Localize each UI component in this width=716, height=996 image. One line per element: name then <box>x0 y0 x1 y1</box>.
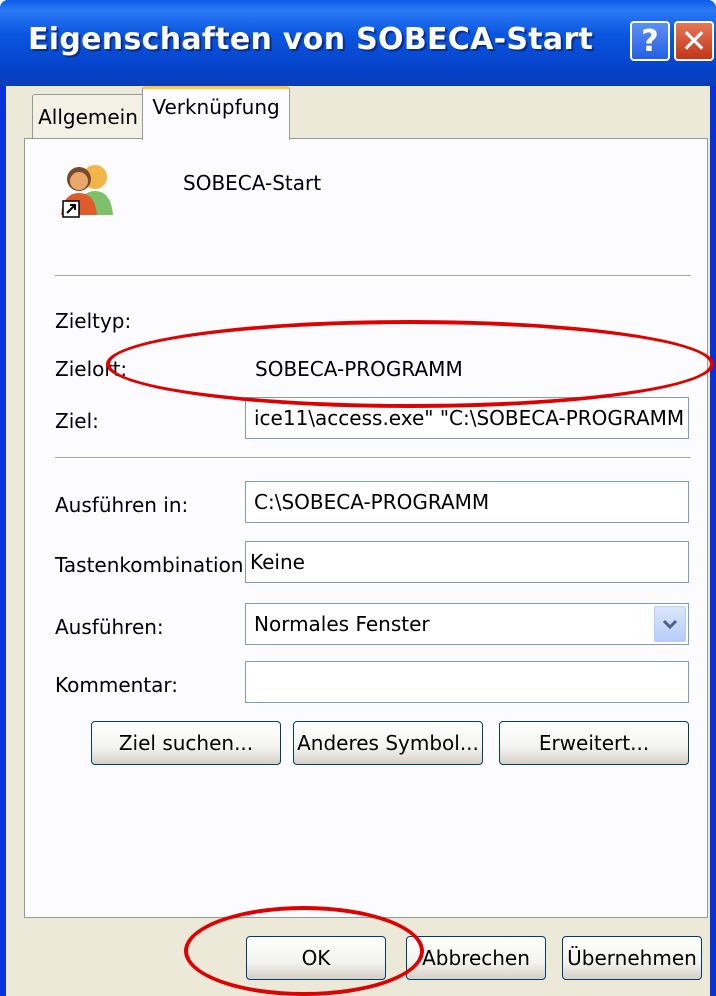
target-field[interactable]: ice11\access.exe" "C:\SOBECA-PROGRAMM <box>245 397 689 439</box>
shortcut-key-label: Tastenkombination: <box>55 553 251 577</box>
run-select[interactable]: Normales Fenster <box>245 603 689 645</box>
tab-allgemein[interactable]: Allgemein <box>32 94 144 138</box>
tab-panel-shortcut: SOBECA-Start Zieltyp: Zielort: SOBECA-PR… <box>24 138 708 918</box>
window-title: Eigenschaften von SOBECA-Start <box>28 22 594 57</box>
shortcut-name: SOBECA-Start <box>183 171 322 195</box>
start-in-label: Ausführen in: <box>55 493 189 517</box>
find-target-button[interactable]: Ziel suchen... <box>91 721 281 765</box>
ok-button[interactable]: OK <box>246 936 386 980</box>
separator <box>55 457 691 459</box>
help-button[interactable]: ? <box>630 21 670 61</box>
apply-button[interactable]: Übernehmen <box>562 936 702 980</box>
shortcut-key-field[interactable]: Keine <box>245 541 689 583</box>
close-button[interactable]: ✕ <box>674 21 714 61</box>
properties-dialog: Eigenschaften von SOBECA-Start ? ✕ Allge… <box>0 0 716 996</box>
separator <box>55 275 691 277</box>
title-bar[interactable]: Eigenschaften von SOBECA-Start ? ✕ <box>0 0 716 86</box>
comment-label: Kommentar: <box>55 673 179 697</box>
change-icon-button[interactable]: Anderes Symbol... <box>293 721 483 765</box>
run-label: Ausführen: <box>55 615 164 639</box>
target-location-value: SOBECA-PROGRAMM <box>255 357 463 381</box>
target-label: Ziel: <box>55 409 99 433</box>
chevron-down-icon[interactable] <box>654 606 686 642</box>
advanced-button[interactable]: Erweitert... <box>499 721 689 765</box>
target-type-label: Zieltyp: <box>55 309 132 333</box>
run-select-value: Normales Fenster <box>254 612 430 636</box>
cancel-button[interactable]: Abbrechen <box>406 936 546 980</box>
dialog-client-area: Allgemein Verknüpfung SOBECA-Start Zielt… <box>6 86 710 996</box>
tab-verknuepfung[interactable]: Verknüpfung <box>142 86 290 140</box>
comment-field[interactable] <box>245 661 689 703</box>
target-location-label: Zielort: <box>55 357 128 381</box>
start-in-field[interactable]: C:\SOBECA-PROGRAMM <box>245 481 689 523</box>
users-shortcut-icon <box>61 165 113 218</box>
